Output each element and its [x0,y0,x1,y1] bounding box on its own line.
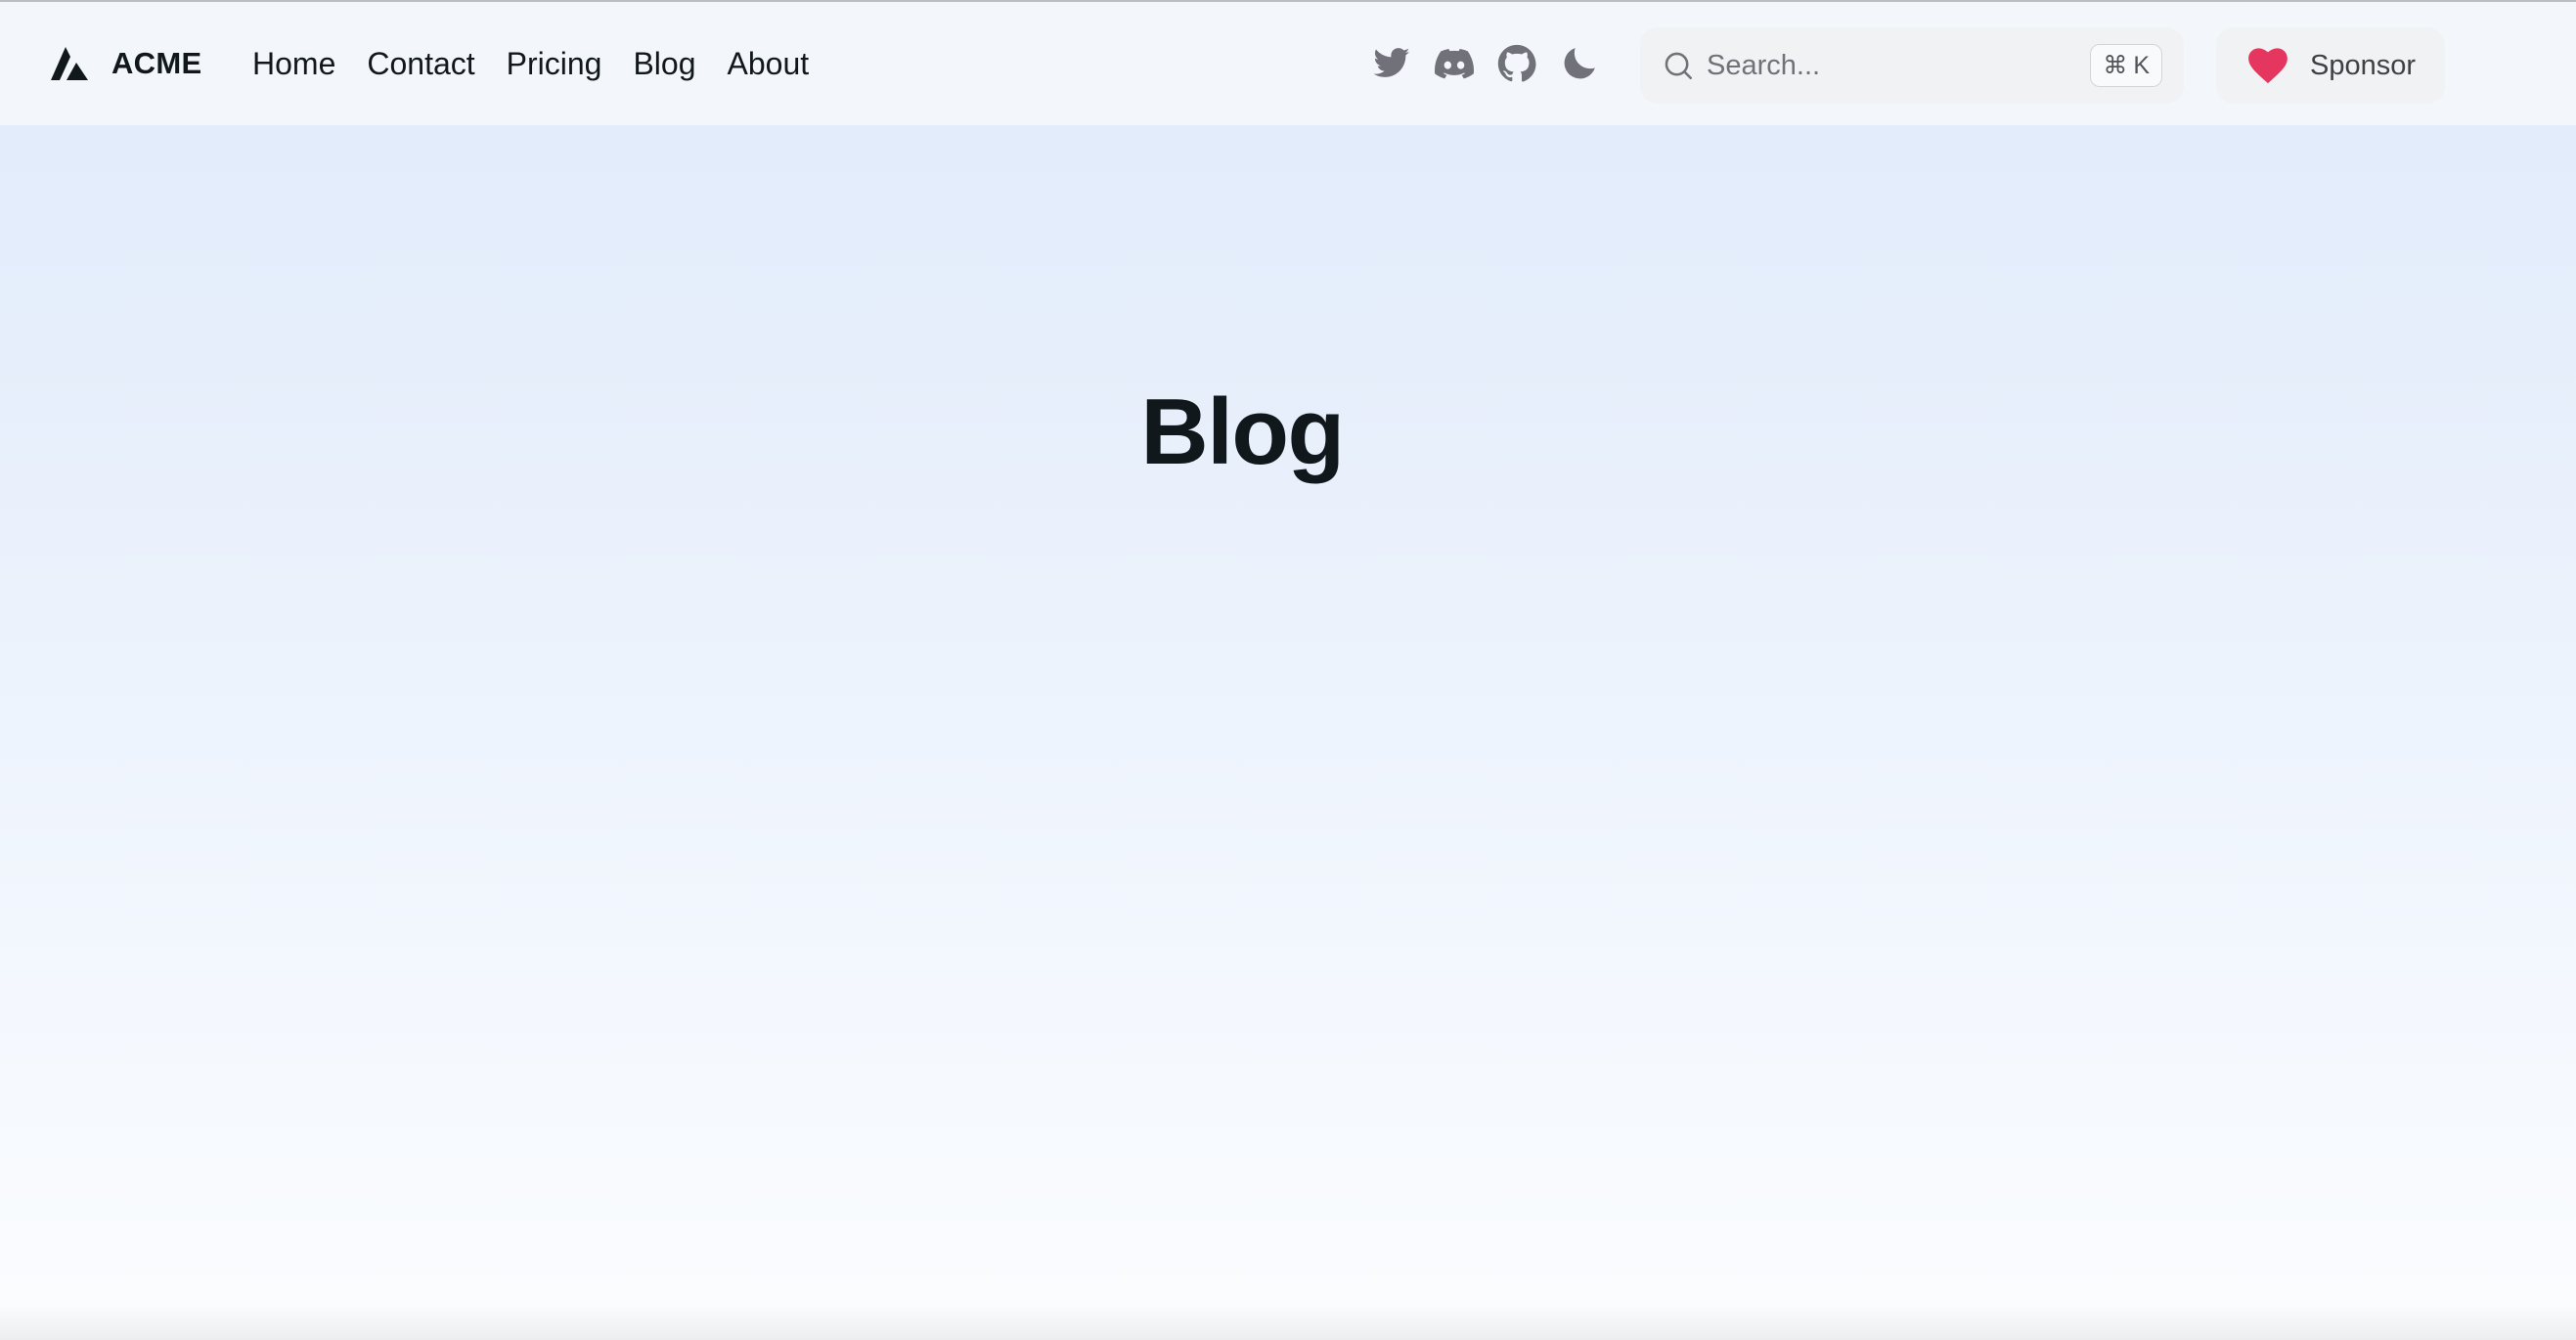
nav-link-pricing[interactable]: Pricing [507,46,602,82]
search-icon [1665,52,1693,80]
nav-link-contact[interactable]: Contact [367,46,474,82]
navbar: ACME Home Contact Pricing Blog About Sea… [0,2,2576,125]
brand[interactable]: ACME [49,2,201,125]
command-symbol: ⌘ [2103,52,2128,79]
search-shortcut-badge: ⌘ K [2090,44,2162,87]
brand-name: ACME [111,46,202,80]
moon-icon[interactable] [1560,44,1599,83]
heart-icon [2248,48,2287,84]
shortcut-key: K [2133,51,2150,79]
nav-link-about[interactable]: About [728,46,810,82]
bottom-edge-shadow [0,1305,2576,1340]
search-input[interactable]: Search... ⌘ K [1640,27,2184,104]
sponsor-button[interactable]: Sponsor [2216,27,2445,104]
github-icon[interactable] [1497,44,1536,83]
nav-link-home[interactable]: Home [252,46,335,82]
discord-icon[interactable] [1435,44,1474,83]
search-placeholder: Search... [1707,49,1821,81]
twitter-icon[interactable] [1372,44,1411,83]
acme-logo-icon [51,47,88,80]
page-title: Blog [1140,380,1345,485]
sponsor-label: Sponsor [2310,49,2417,81]
social-icons [1372,2,1599,125]
nav-links: Home Contact Pricing Blog About [252,2,809,125]
nav-link-blog[interactable]: Blog [633,46,695,82]
